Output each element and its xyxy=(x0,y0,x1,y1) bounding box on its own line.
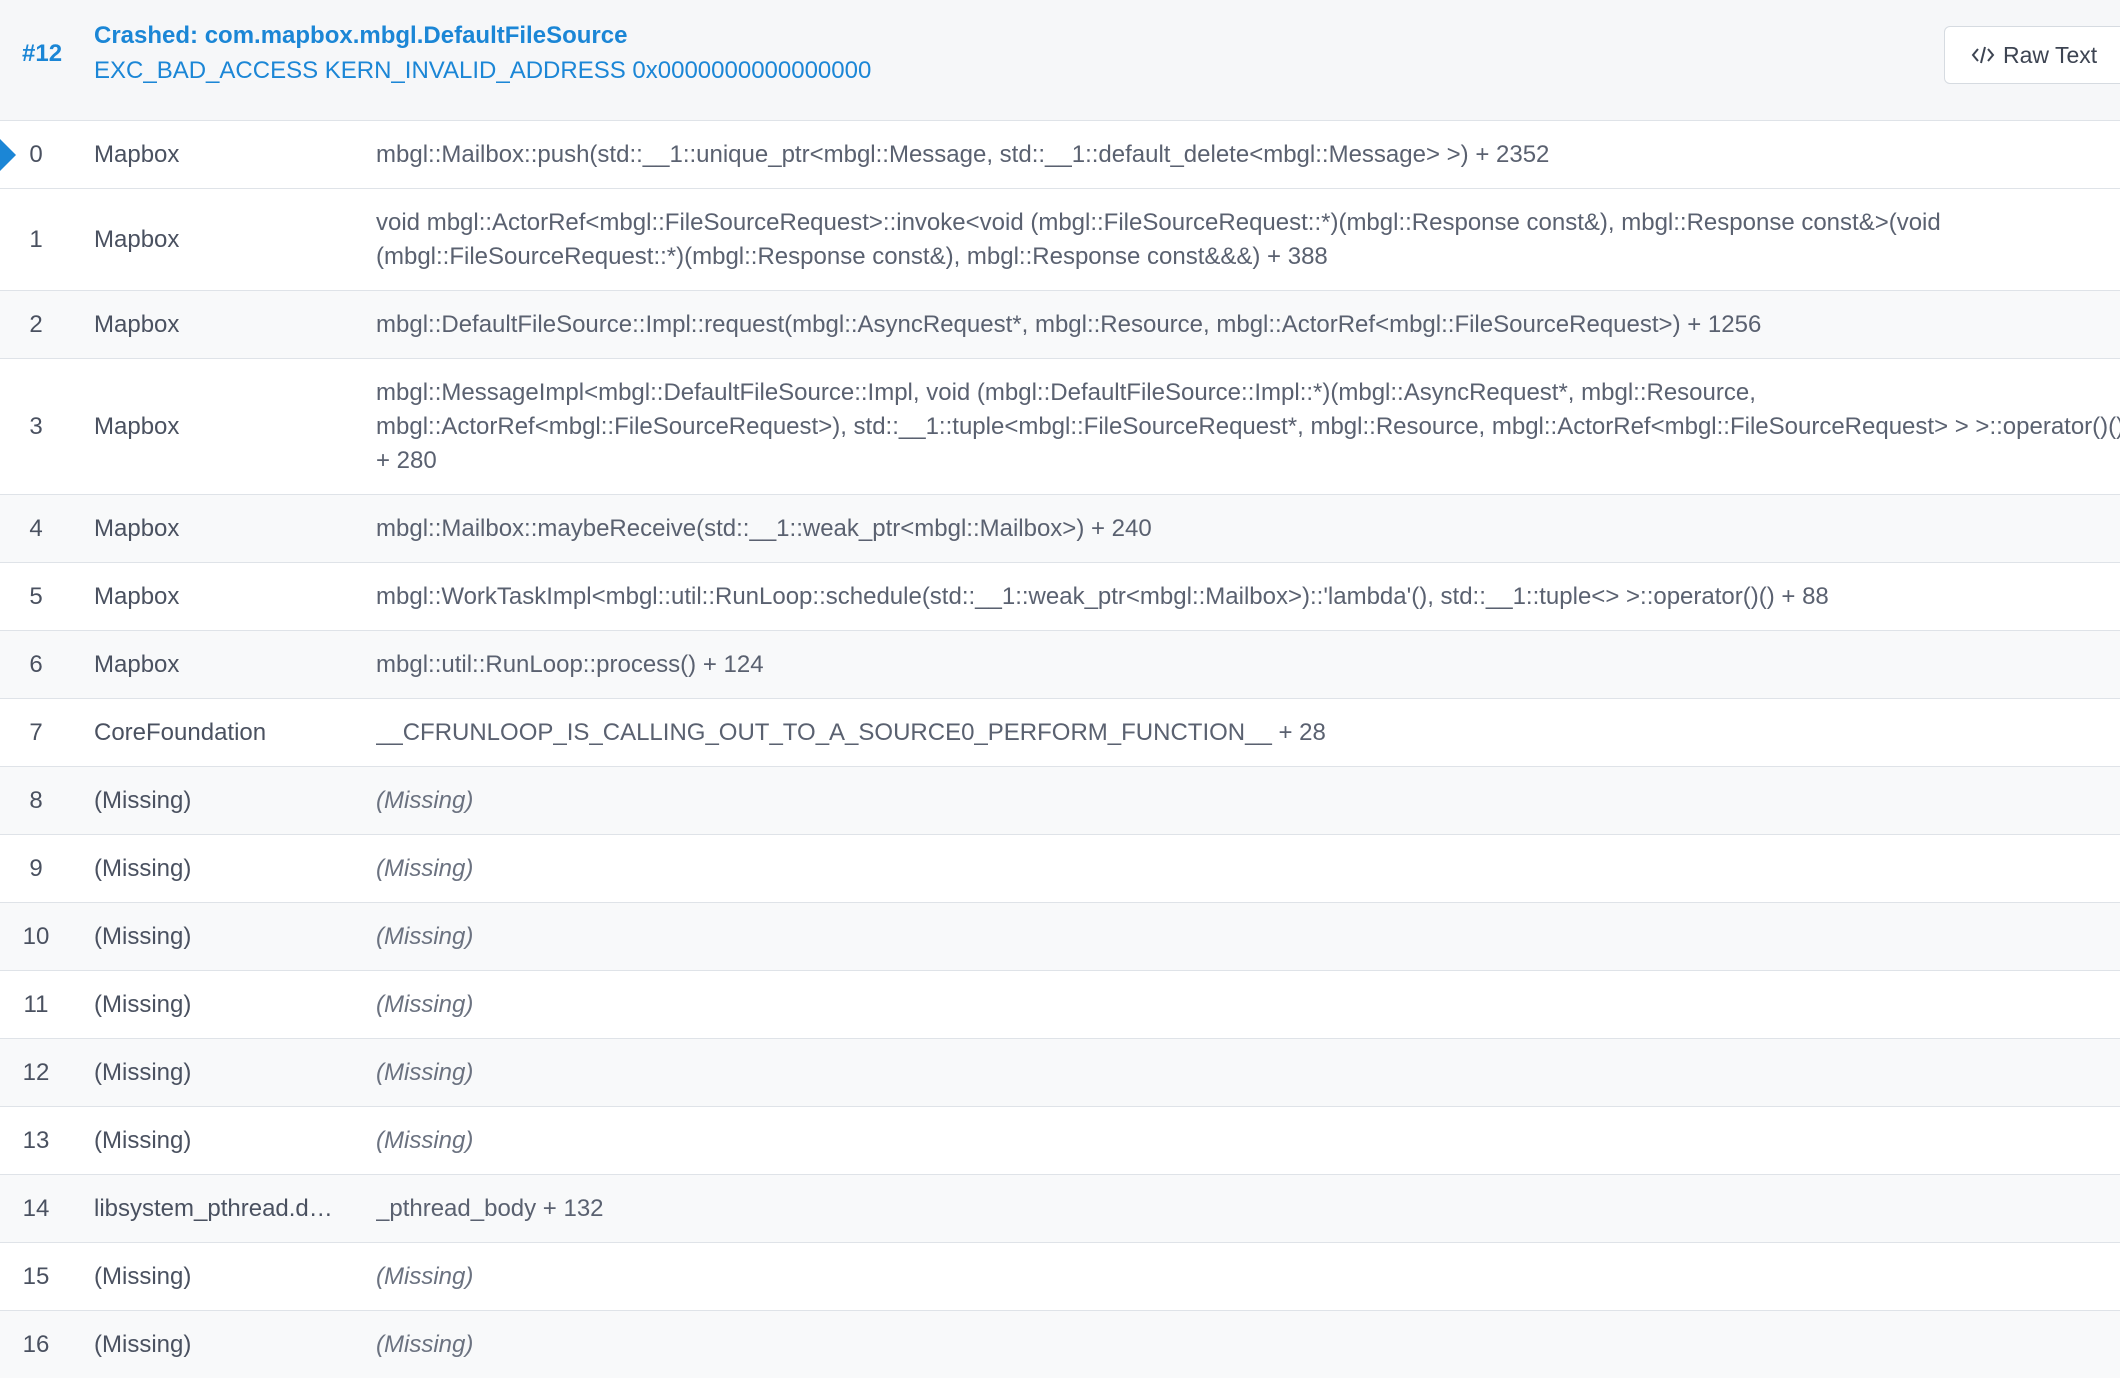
stack-frame-row[interactable]: 3 Mapbox mbgl::MessageImpl<mbgl::DefaultFi… xyxy=(0,359,2120,495)
crash-title: Crashed: com.mapbox.mbgl.DefaultFileSour… xyxy=(94,22,628,49)
frame-library: (Missing) xyxy=(94,1263,192,1290)
frame-symbol: (Missing) xyxy=(376,991,474,1018)
stack-frame-row[interactable]: 11 (Missing) (Missing) xyxy=(0,971,2120,1039)
frame-index: 9 xyxy=(29,855,43,882)
stack-frame-row[interactable]: 1 Mapbox void mbgl::ActorRef<mbgl::FileSou… xyxy=(0,189,2120,291)
frame-symbol-line: mbgl::MessageImpl<mbgl::DefaultFileSourc… xyxy=(376,379,1756,406)
frame-library: libsystem_pthread.d… xyxy=(94,1195,333,1222)
stack-frame-row[interactable]: 2 Mapbox mbgl::DefaultFileSource::Impl::re… xyxy=(0,291,2120,359)
frame-symbol: mbgl::DefaultFileSource::Impl::request(m… xyxy=(376,311,1762,338)
stack-frame-row[interactable]: 16 (Missing) (Missing) xyxy=(0,1311,2120,1378)
frame-symbol-line: mbgl::ActorRef<mbgl::FileSourceRequest>)… xyxy=(376,413,2120,440)
frame-library: (Missing) xyxy=(94,1059,192,1086)
thread-number: #12 xyxy=(22,40,63,67)
stack-frame-row[interactable]: 10 (Missing) (Missing) xyxy=(0,903,2120,971)
frame-library: Mapbox xyxy=(94,413,180,440)
frame-index: 14 xyxy=(22,1195,50,1222)
stack-frame-row[interactable]: 14 libsystem_pthread.d… _pthread_body + 13… xyxy=(0,1175,2120,1243)
frame-library: Mapbox xyxy=(94,583,180,610)
frame-index: 12 xyxy=(22,1059,50,1086)
frame-symbol: (Missing) xyxy=(376,1059,474,1086)
frame-index: 4 xyxy=(29,515,43,542)
frame-list: 0 Mapbox mbgl::Mailbox::push(std::__1::uni… xyxy=(0,121,2120,1378)
frame-index: 16 xyxy=(22,1331,50,1358)
frame-library: Mapbox xyxy=(94,226,180,253)
frame-index: 7 xyxy=(29,719,43,746)
frame-library: CoreFoundation xyxy=(94,719,267,746)
frame-symbol: mbgl::WorkTaskImpl<mbgl::util::RunLoop::… xyxy=(376,583,1829,610)
stack-frame-row[interactable]: 13 (Missing) (Missing) xyxy=(0,1107,2120,1175)
frame-library: Mapbox xyxy=(94,141,180,168)
frame-symbol: mbgl::Mailbox::maybeReceive(std::__1::we… xyxy=(376,515,1152,542)
frame-symbol: mbgl::MessageImpl<mbgl::DefaultFileSourc… xyxy=(376,376,2120,478)
stack-frame-row[interactable]: 7 CoreFoundation __CFRUNLOOP_IS_CALLING_OU… xyxy=(0,699,2120,767)
frame-symbol: (Missing) xyxy=(376,855,474,882)
frame-symbol: (Missing) xyxy=(376,1263,474,1290)
frame-index: 6 xyxy=(29,651,43,678)
frame-symbol: mbgl::util::RunLoop::process() + 124 xyxy=(376,651,764,678)
frame-index: 13 xyxy=(22,1127,50,1154)
frame-symbol-line: + 280 xyxy=(376,447,437,474)
stack-frame-row[interactable]: 8 (Missing) (Missing) xyxy=(0,767,2120,835)
raw-text-label: Raw Text xyxy=(2003,41,2098,68)
frame-library: Mapbox xyxy=(94,651,180,678)
crash-reason: EXC_BAD_ACCESS KERN_INVALID_ADDRESS 0x00… xyxy=(94,57,872,84)
stack-frame-row[interactable]: 6 Mapbox mbgl::util::RunLoop::process() + … xyxy=(0,631,2120,699)
stack-frame-row[interactable]: 9 (Missing) (Missing) xyxy=(0,835,2120,903)
frame-library: (Missing) xyxy=(94,1331,192,1358)
code-icon xyxy=(1971,44,1995,66)
frame-index: 3 xyxy=(29,413,43,440)
frame-index: 10 xyxy=(22,923,50,950)
frame-library: (Missing) xyxy=(94,787,192,814)
stack-frame-row[interactable]: 5 Mapbox mbgl::WorkTaskImpl<mbgl::util::Ru… xyxy=(0,563,2120,631)
stack-frame-row[interactable]: 12 (Missing) (Missing) xyxy=(0,1039,2120,1107)
frame-symbol: (Missing) xyxy=(376,1127,474,1154)
frame-index: 5 xyxy=(29,583,43,610)
frame-symbol: __CFRUNLOOP_IS_CALLING_OUT_TO_A_SOURCE0_… xyxy=(376,719,1326,746)
frame-symbol: mbgl::Mailbox::push(std::__1::unique_ptr… xyxy=(376,141,1550,168)
frame-library: Mapbox xyxy=(94,311,180,338)
frame-symbol: _pthread_body + 132 xyxy=(376,1195,604,1222)
raw-text-button[interactable]: Raw Text xyxy=(1944,26,2120,84)
stack-frame-row[interactable]: 4 Mapbox mbgl::Mailbox::maybeReceive(std::… xyxy=(0,495,2120,563)
frame-index: 0 xyxy=(29,141,43,168)
frame-symbol: (Missing) xyxy=(376,1331,474,1358)
stack-frame-row[interactable]: 15 (Missing) (Missing) xyxy=(0,1243,2120,1311)
frame-index: 2 xyxy=(29,311,43,338)
frame-symbol: void mbgl::ActorRef<mbgl::FileSourceRequ… xyxy=(376,209,1941,270)
frame-library: (Missing) xyxy=(94,1127,192,1154)
thread-header: #12 Crashed: com.mapbox.mbgl.DefaultFile… xyxy=(0,0,2120,121)
frame-library: Mapbox xyxy=(94,515,180,542)
frame-index: 1 xyxy=(29,226,43,253)
frame-index: 11 xyxy=(23,991,49,1018)
frame-symbol: (Missing) xyxy=(376,923,474,950)
stack-trace-panel: #12 Crashed: com.mapbox.mbgl.DefaultFile… xyxy=(0,0,2120,1378)
frame-symbol: (Missing) xyxy=(376,787,474,814)
frame-library: (Missing) xyxy=(94,855,192,882)
frame-library: (Missing) xyxy=(94,991,192,1018)
frame-index: 8 xyxy=(29,787,43,814)
frame-index: 15 xyxy=(22,1263,50,1290)
stack-frame-row[interactable]: 0 Mapbox mbgl::Mailbox::push(std::__1::uni… xyxy=(0,121,2120,189)
frame-library: (Missing) xyxy=(94,923,192,950)
